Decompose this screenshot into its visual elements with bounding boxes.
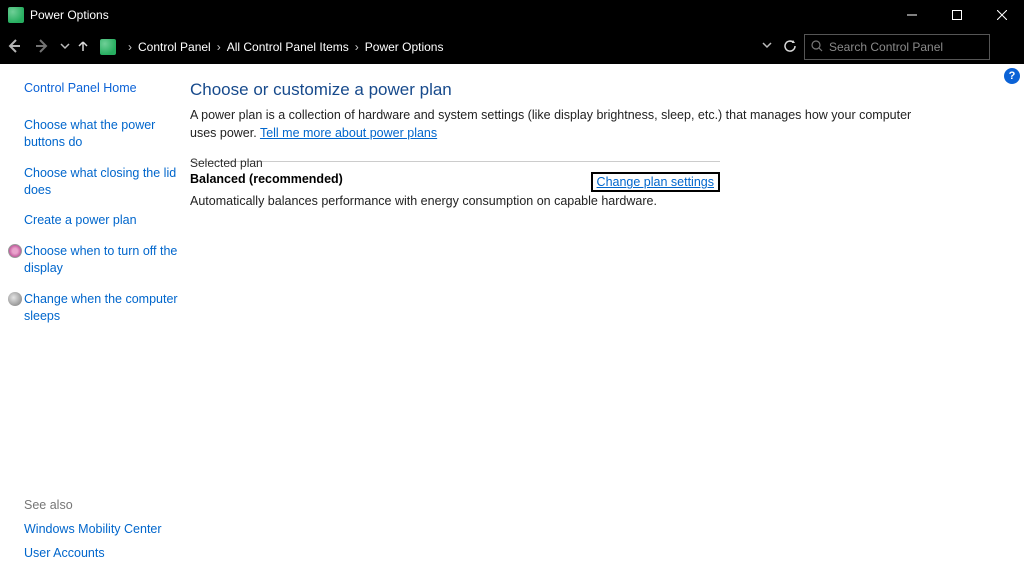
sidebar-item-label: Choose when to turn off the display <box>24 244 177 275</box>
see-also-mobility-center[interactable]: Windows Mobility Center <box>24 522 194 536</box>
sidebar-item-label: Change when the computer sleeps <box>24 292 178 323</box>
window-title: Power Options <box>30 8 109 22</box>
selected-plan-legend: Selected plan <box>190 156 271 170</box>
sidebar-item-closing-lid[interactable]: Choose what closing the lid does <box>24 165 180 199</box>
breadcrumb-all-items[interactable]: All Control Panel Items <box>227 40 349 54</box>
page-heading: Choose or customize a power plan <box>190 80 984 100</box>
close-button[interactable] <box>979 0 1024 30</box>
address-dropdown-button[interactable] <box>762 40 772 53</box>
refresh-button[interactable] <box>776 39 804 56</box>
search-placeholder: Search Control Panel <box>829 40 943 54</box>
sidebar-item-turn-off-display[interactable]: Choose when to turn off the display <box>24 243 180 277</box>
control-panel-home-link[interactable]: Control Panel Home <box>24 80 180 97</box>
nav-toolbar: › Control Panel › All Control Panel Item… <box>0 30 1024 64</box>
page-description: A power plan is a collection of hardware… <box>190 106 920 142</box>
see-also-user-accounts[interactable]: User Accounts <box>24 546 194 560</box>
minimize-button[interactable] <box>889 0 934 30</box>
search-box[interactable]: Search Control Panel <box>804 34 990 60</box>
main-content: Choose or customize a power plan A power… <box>190 64 1024 582</box>
tell-me-more-link[interactable]: Tell me more about power plans <box>260 126 437 140</box>
recent-locations-button[interactable] <box>56 40 74 54</box>
plan-name-balanced: Balanced (recommended) <box>190 172 343 186</box>
title-bar: Power Options <box>0 0 1024 30</box>
shield-icon <box>8 244 22 258</box>
power-options-icon <box>8 7 24 23</box>
maximize-button[interactable] <box>934 0 979 30</box>
up-button[interactable] <box>74 40 92 55</box>
chevron-right-icon: › <box>355 40 359 54</box>
sidebar-item-power-buttons[interactable]: Choose what the power buttons do <box>24 117 180 151</box>
breadcrumb-control-panel[interactable]: Control Panel <box>138 40 211 54</box>
back-button[interactable] <box>0 39 28 56</box>
see-also-section: See also Windows Mobility Center User Ac… <box>24 498 194 570</box>
chevron-right-icon: › <box>128 40 132 54</box>
address-bar[interactable]: › Control Panel › All Control Panel Item… <box>96 35 776 59</box>
search-icon <box>811 40 823 55</box>
breadcrumb-power-options[interactable]: Power Options <box>365 40 444 54</box>
chevron-right-icon: › <box>217 40 221 54</box>
plan-description: Automatically balances performance with … <box>190 194 720 208</box>
change-plan-settings-link[interactable]: Change plan settings <box>591 172 720 192</box>
see-also-header: See also <box>24 498 194 512</box>
control-panel-icon <box>100 39 116 55</box>
sidebar-item-create-plan[interactable]: Create a power plan <box>24 212 180 229</box>
shield-icon <box>8 292 22 306</box>
sidebar-item-computer-sleeps[interactable]: Change when the computer sleeps <box>24 291 180 325</box>
forward-button[interactable] <box>28 39 56 56</box>
